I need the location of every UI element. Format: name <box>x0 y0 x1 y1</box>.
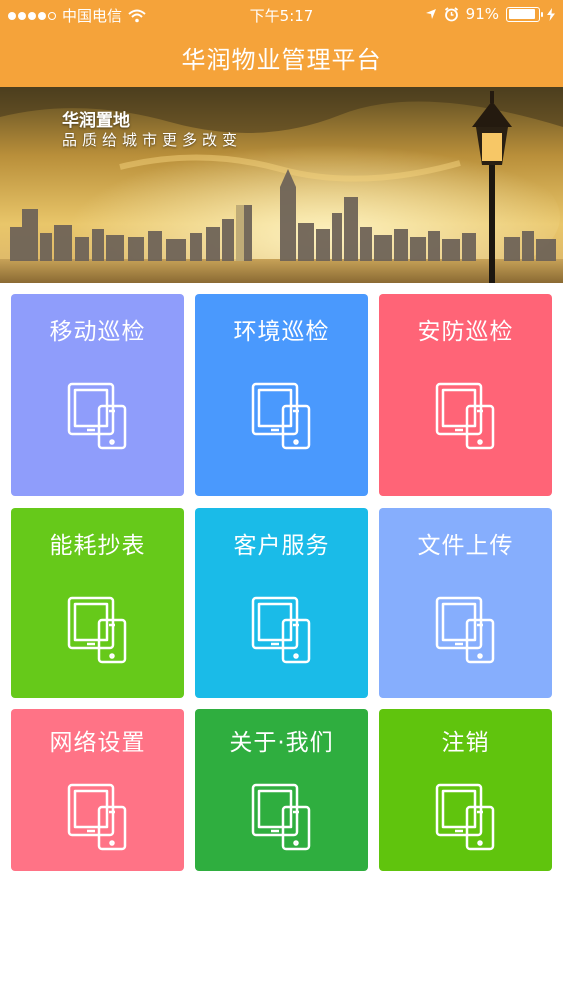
tile-label: 安防巡检 <box>417 319 514 345</box>
tile-about-us[interactable]: 关于·我们 <box>195 709 368 871</box>
tile-label: 环境巡检 <box>233 319 330 345</box>
banner-image: 华润置地 品质给城市更多改变 <box>0 87 563 283</box>
tile-label: 关于·我们 <box>229 730 334 756</box>
location-arrow-icon <box>425 9 436 19</box>
tile-energy-meter-reading[interactable]: 能耗抄表 <box>11 508 184 698</box>
page-title: 华润物业管理平台 <box>181 46 382 74</box>
tablet-phone-icon <box>435 596 494 664</box>
tablet-phone-icon <box>67 382 126 450</box>
tile-label: 客户服务 <box>233 533 330 559</box>
tile-security-inspection[interactable]: 安防巡检 <box>379 294 552 496</box>
alarm-icon <box>444 6 458 21</box>
battery-percent: 91% <box>465 5 499 23</box>
app-header: 中国电信 下午5:17 91% 华润物业管理平台 <box>0 0 563 87</box>
tile-label: 能耗抄表 <box>49 533 146 559</box>
tile-environment-inspection[interactable]: 环境巡检 <box>195 294 368 496</box>
tablet-phone-icon <box>251 382 310 450</box>
tile-label: 移动巡检 <box>49 319 146 345</box>
battery-icon <box>506 6 543 22</box>
tile-label: 文件上传 <box>417 533 514 559</box>
tablet-phone-icon <box>67 596 126 664</box>
tile-label: 网络设置 <box>49 730 146 756</box>
status-bar: 中国电信 下午5:17 91% <box>0 0 563 28</box>
tablet-phone-icon <box>435 783 494 851</box>
tablet-phone-icon <box>251 783 310 851</box>
tile-network-settings[interactable]: 网络设置 <box>11 709 184 871</box>
tile-mobile-inspection[interactable]: 移动巡检 <box>11 294 184 496</box>
tablet-phone-icon <box>67 783 126 851</box>
tile-customer-service[interactable]: 客户服务 <box>195 508 368 698</box>
tile-label: 注销 <box>441 730 490 756</box>
status-right: 91% <box>425 5 555 23</box>
tile-logout[interactable]: 注销 <box>379 709 552 871</box>
charging-bolt-icon <box>547 7 555 21</box>
tablet-phone-icon <box>435 382 494 450</box>
tablet-phone-icon <box>251 596 310 664</box>
brand-name: 华润置地 <box>62 111 130 131</box>
tile-file-upload[interactable]: 文件上传 <box>379 508 552 698</box>
brand-slogan: 品质给城市更多改变 <box>62 131 243 149</box>
